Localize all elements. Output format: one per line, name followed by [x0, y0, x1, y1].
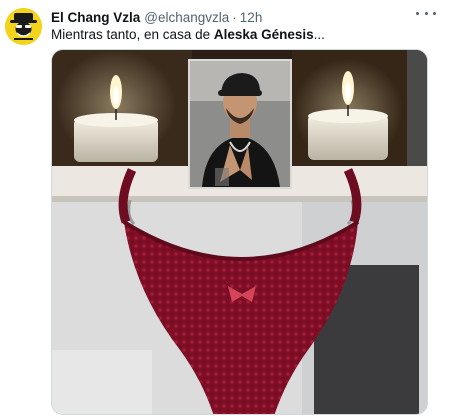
avatar[interactable] — [5, 8, 42, 45]
display-name[interactable]: El Chang Vzla — [51, 10, 140, 25]
header-separator: · — [232, 9, 237, 25]
tweet-header: El Chang Vzla @elchangvzla · 12h — [51, 8, 440, 26]
tweet-text-suffix: ... — [313, 27, 325, 42]
tweet-photo[interactable] — [51, 49, 428, 415]
tweet-text-prefix: Mientras tanto, en casa de — [51, 27, 214, 42]
photo-illustration — [52, 50, 427, 414]
tweet-text: Mientras tanto, en casa de Aleska Génesi… — [51, 27, 325, 42]
tweet-text-mention: Aleska Génesis — [213, 27, 314, 42]
tweet-timestamp[interactable]: 12h — [240, 10, 263, 25]
user-handle[interactable]: @elchangvzla — [144, 10, 229, 25]
more-dots-icon — [416, 11, 419, 15]
tweet-card[interactable]: El Chang Vzla @elchangvzla · 12h Mientra… — [0, 0, 450, 420]
avatar-illustration-icon — [5, 8, 42, 45]
more-options-button[interactable] — [416, 6, 436, 20]
